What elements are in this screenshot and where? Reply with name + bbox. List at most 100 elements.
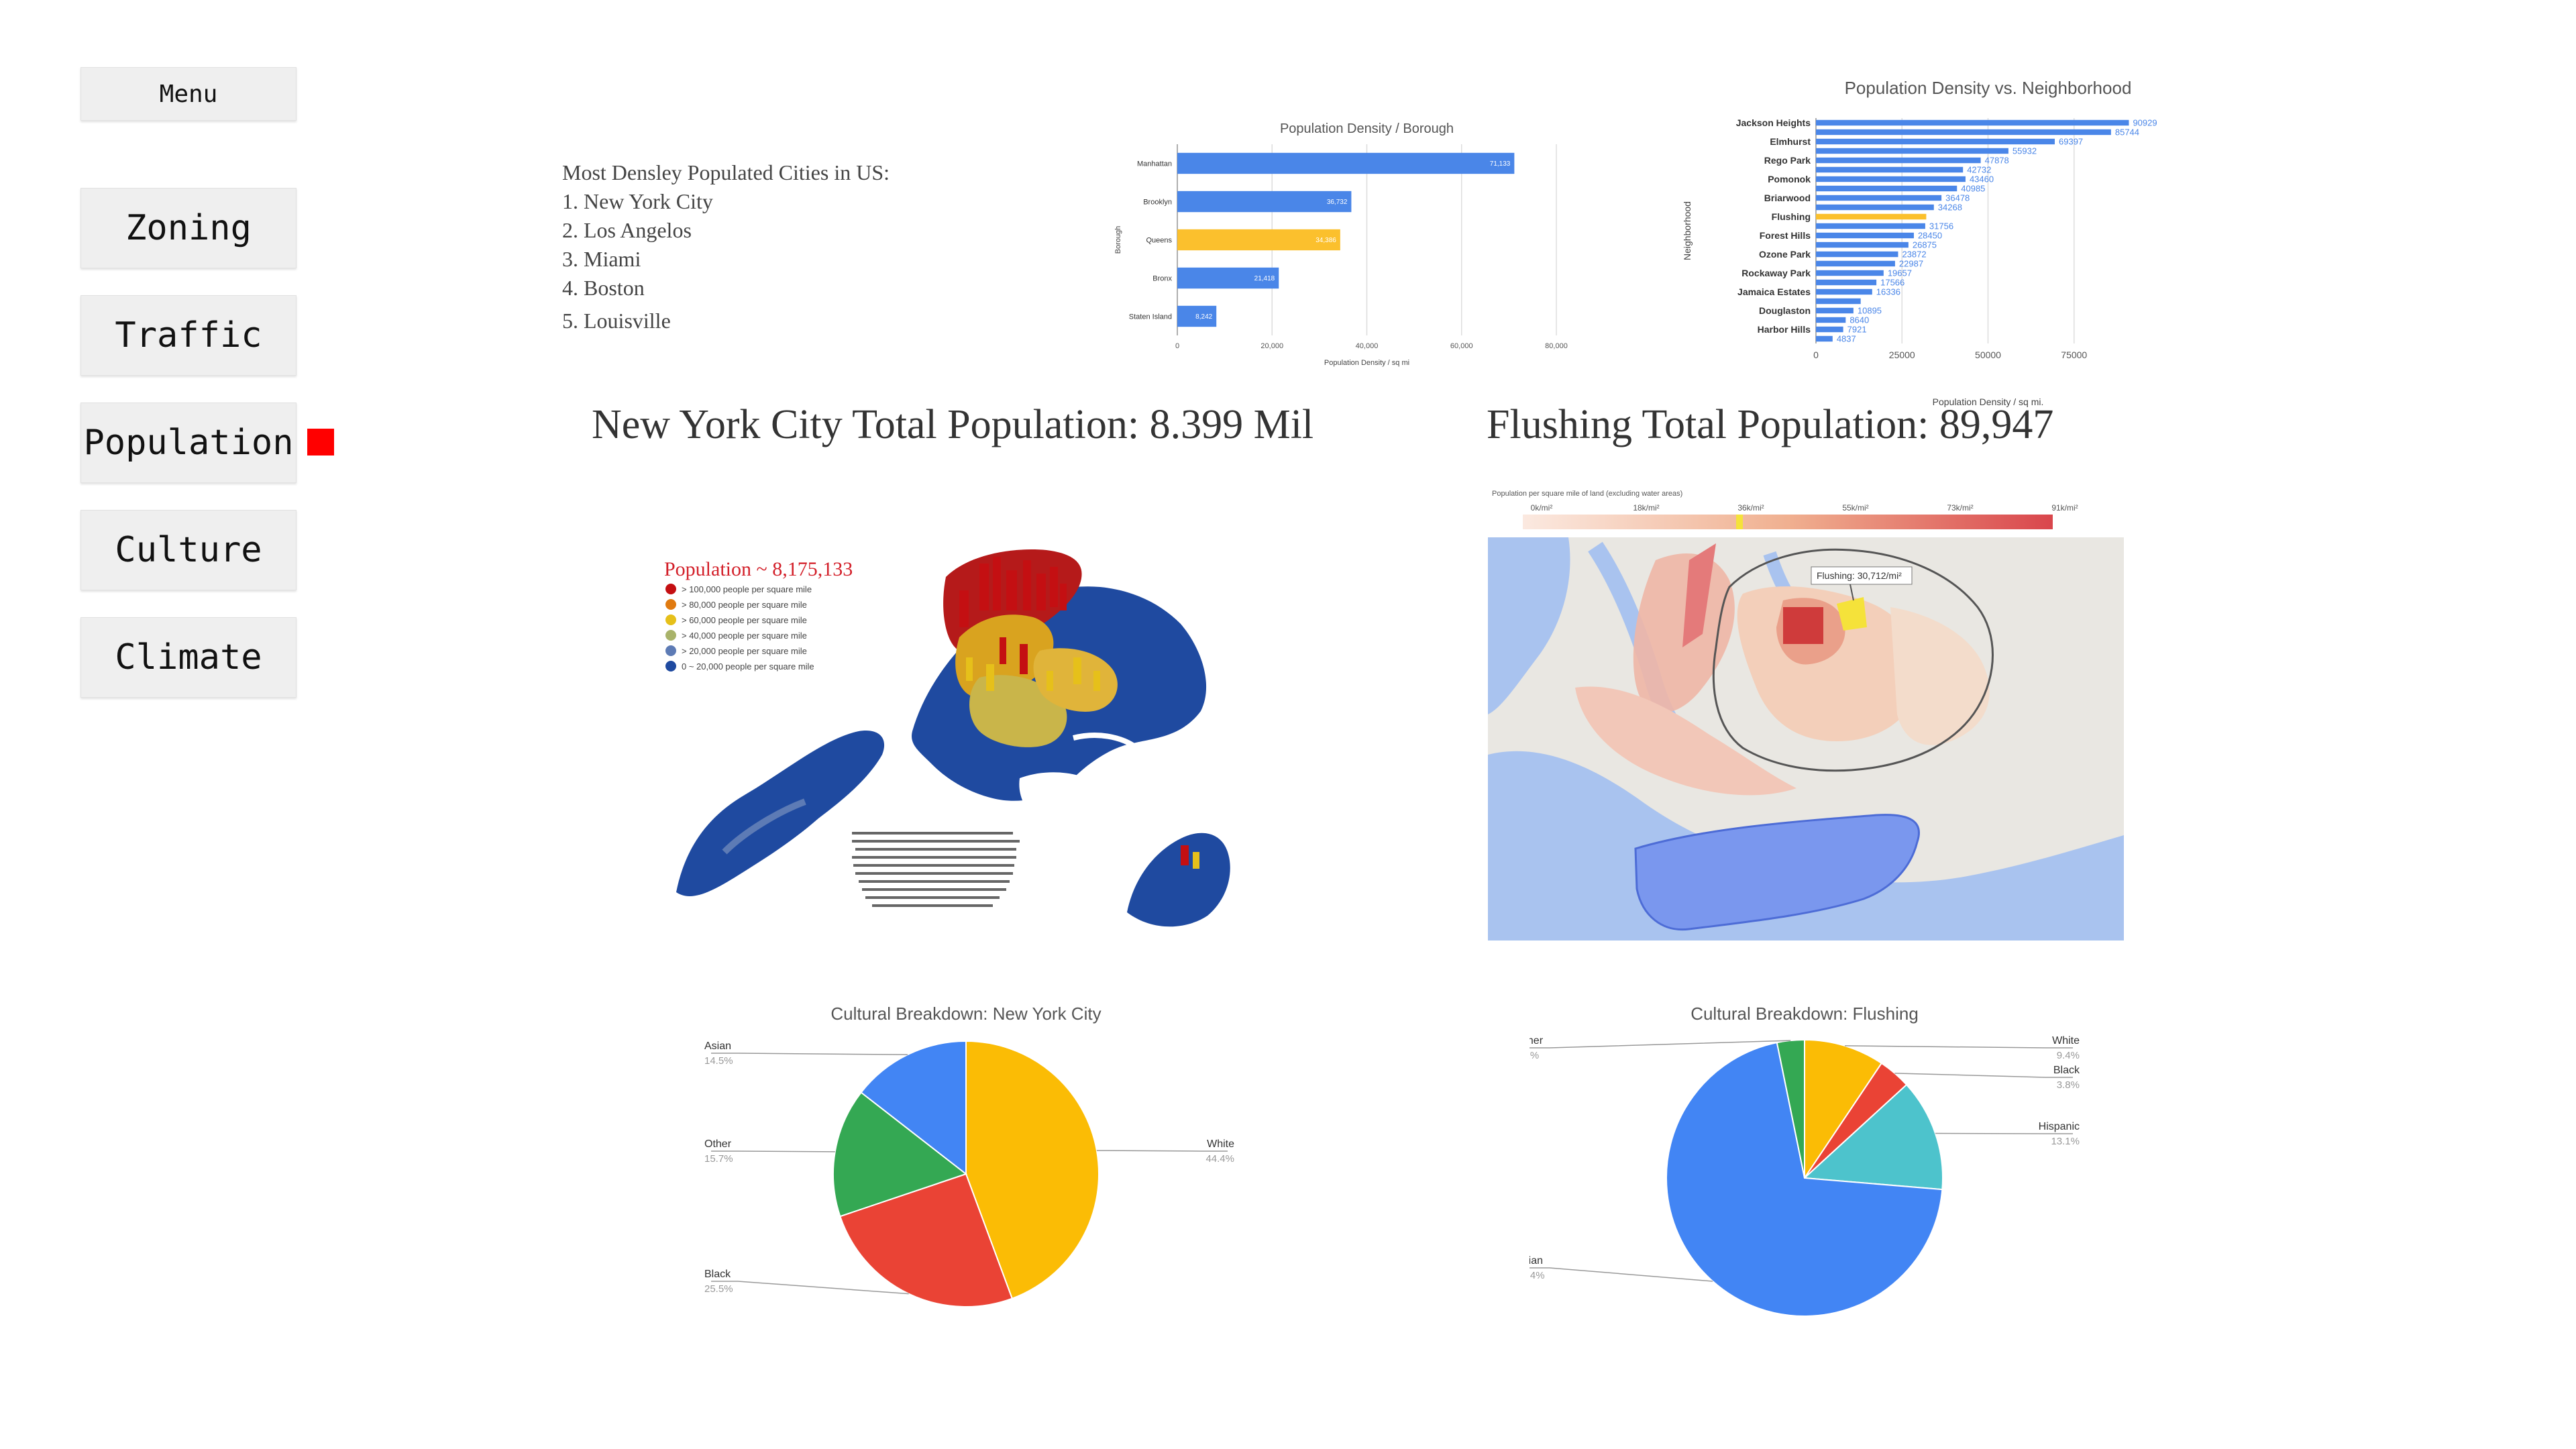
legend-label: > 40,000 people per square mile [682,631,807,641]
bar [1816,223,1925,229]
value-label: 85744 [2115,127,2139,138]
value-label: 8640 [1849,315,1869,325]
category-label: Jamaica Estates [1737,286,1811,297]
flushing-cultural-pie-chart: Cultural Breakdown: Flushing White 9.4% Bla… [1529,1004,2080,1317]
menu-button[interactable]: Menu [80,67,297,121]
x-tick-label: 25000 [1889,350,1915,360]
value-label: 17566 [1880,278,1904,288]
nav-item-label: Traffic [115,315,262,356]
slice-label: Other [1529,1035,1544,1046]
chart-title: Cultural Breakdown: Flushing [1690,1004,1919,1024]
bar [1816,232,1914,239]
nav-item-population[interactable]: Population [80,402,297,483]
x-tick-label: 0 [1175,342,1179,350]
slice-percent: 25.5% [704,1283,733,1295]
bar [1816,251,1898,258]
leader-line [1894,1073,2073,1078]
category-label: Forest Hills [1760,230,1811,241]
nav-item-label: Climate [115,637,262,678]
flushing-total-population-heading: Flushing Total Population: 89,947 [1487,402,2054,447]
x-tick-label: 20,000 [1260,342,1283,350]
neighborhood-density-chart: Population Density vs. Neighborhood 0 2500… [1682,78,2157,407]
y-axis-label: Borough [1114,226,1122,254]
slice-percent: 9.4% [2057,1050,2080,1061]
nav-item-climate[interactable]: Climate [80,617,297,698]
legend-label: > 80,000 people per square mile [682,600,807,610]
bar [1816,270,1884,276]
value-label: 10895 [1858,306,1882,316]
slice-percent: 3.8% [2057,1079,2080,1091]
bar [1816,157,1981,164]
category-label: Bronx [1152,274,1172,282]
category-label: Elmhurst [1770,136,1811,147]
value-label: 42732 [1967,165,1991,175]
x-tick-label: 60,000 [1450,342,1473,350]
slice-percent: 14.5% [704,1055,733,1067]
scale-tick-label: 91k/mi² [2051,503,2078,513]
value-label: 47878 [1985,156,2009,166]
value-label: 90929 [2133,118,2157,128]
value-label: 16336 [1876,287,1900,297]
nav-item-label: Culture [115,530,262,570]
value-label: 31756 [1929,221,1953,231]
category-label: Flushing [1772,211,1811,222]
y-axis-label: Neighborhood [1682,201,1693,260]
nav-item-culture[interactable]: Culture [80,510,297,590]
value-label: 28450 [1918,231,1942,241]
value-label: 43460 [1970,174,1994,184]
bar [1816,241,1909,248]
slice-label: Black [2053,1065,2080,1076]
bar [1816,185,1957,192]
leader-line [1096,1150,1228,1152]
flushing-density-map: Population per square mile of land (excl… [1488,486,2124,941]
cities-list-title: Most Densley Populated Cities in US: [562,160,890,184]
cities-list-item: 2. Los Angelos [562,218,692,242]
bar [1177,191,1352,213]
slice-label: Asian [1529,1255,1543,1267]
value-label: 8,242 [1195,313,1212,321]
slice-label: Other [704,1138,732,1150]
nyc-map-title: Population ~ 8,175,133 [664,558,853,580]
leader-line [711,1053,908,1055]
x-axis-label: Population Density / sq mi [1324,359,1409,367]
scale-tick-label: 18k/mi² [1633,503,1659,513]
category-label: Queens [1146,236,1172,244]
category-label: Brooklyn [1143,198,1172,206]
active-indicator [307,429,334,455]
value-label: 22987 [1899,259,1923,269]
slice-percent: 70.4% [1529,1270,1545,1281]
nyc-total-population-heading: New York City Total Population: 8.399 Mi… [592,402,1314,447]
bar [1816,166,1964,173]
bar [1816,204,1934,211]
nyc-cultural-pie-chart: Cultural Breakdown: New York City White 44… [704,1004,1234,1307]
bar [1816,288,1872,295]
slice-label: White [2052,1035,2080,1046]
cities-list: Most Densley Populated Cities in US: 1. … [562,158,890,335]
bar [1816,195,1942,201]
bar [1816,307,1854,314]
slice-percent: 44.4% [1205,1153,1234,1165]
bar [1816,129,2111,136]
x-tick-label: 0 [1813,350,1819,360]
slice-label: White [1207,1138,1234,1150]
leader-line [1529,1040,1791,1049]
scale-tick-label: 0k/mi² [1531,503,1553,513]
value-label: 34268 [1938,203,1962,213]
slice-label: Asian [704,1040,731,1052]
value-label: 34,386 [1316,237,1336,244]
scale-tick-label: 73k/mi² [1947,503,1973,513]
value-label: 19657 [1888,268,1912,278]
value-label: 4837 [1837,334,1856,344]
category-label: Rockaway Park [1741,268,1811,278]
leader-line [1529,1267,1713,1282]
value-label: 55932 [2012,146,2037,156]
leader-line [711,1281,909,1295]
legend-label: > 20,000 people per square mile [682,646,807,656]
slice-percent: 3.2% [1529,1050,1539,1061]
nav-item-traffic[interactable]: Traffic [80,295,297,376]
leader-line [711,1150,835,1152]
value-label: 69397 [2059,137,2083,147]
nav-item-zoning[interactable]: Zoning [80,188,297,268]
bar [1816,148,2008,154]
category-label: Briarwood [1764,193,1811,203]
